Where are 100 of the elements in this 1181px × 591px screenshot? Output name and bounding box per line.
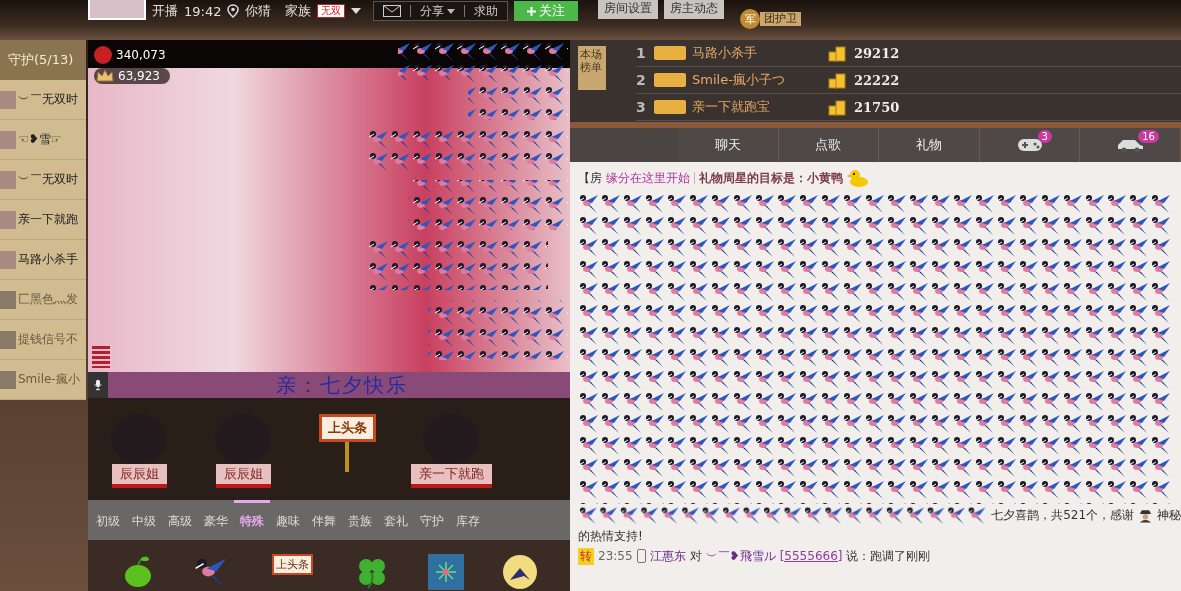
level-badge [654,46,686,60]
family-label: 家族 [285,2,312,20]
avatar-photo [0,170,16,189]
level-badge [654,73,686,87]
score-text: 21750 [854,99,900,115]
start-time: 19:42 [184,3,222,19]
room-button[interactable]: 房主动态 [664,0,725,19]
hat-figure-icon [1138,507,1153,523]
microphone-button[interactable] [88,372,108,398]
gift-tab[interactable]: 守护 [414,500,450,540]
coins-icon [828,98,848,116]
avatar-photo [0,210,16,229]
room-button[interactable]: 房间设置 [598,0,659,19]
user-name[interactable]: 马路小杀手 [692,44,822,62]
family-badge: 无双 [317,4,346,18]
sidebar-title: 守护(5/13) [0,40,86,80]
guard-item[interactable]: 亲一下就跑 [0,200,86,240]
guard-item[interactable]: ︶￣无双时 [0,160,86,200]
crown-icon [96,69,114,83]
gift-tab[interactable]: 豪华 [198,500,234,540]
action-button[interactable]: 求助 [465,2,508,20]
badge-label: 团护卫 [760,12,802,26]
badge-icon: 军 [740,9,761,29]
chat-tab[interactable]: 3 [979,128,1081,162]
rank-number: 3 [636,99,647,115]
action-button[interactable]: 分享 [411,2,465,20]
guard-item[interactable]: 提钱信号不 [0,320,86,360]
chat-tab[interactable]: 礼物 [879,128,980,162]
seat-name-ribbon[interactable]: 辰辰姐 [111,464,167,488]
menu-lines-icon[interactable] [92,346,110,368]
avatar-photo [0,250,16,269]
headline-gift[interactable]: 上头条 [271,554,313,575]
start-label: 开播 [152,2,178,20]
moon-icon[interactable] [502,554,538,590]
rank-number: 2 [636,72,647,88]
avatar-photo [88,0,146,20]
microphone-icon [94,377,102,393]
gift-tab[interactable]: 库存 [450,500,486,540]
gift-message: 七夕喜鹊，共521个，感谢 [991,506,1135,524]
gift-tab[interactable]: 中级 [126,500,162,540]
user-name[interactable]: 江惠东 [649,547,686,565]
gift-tab[interactable]: 伴舞 [306,500,342,540]
score-text: 22222 [854,72,900,88]
coins-icon [828,44,848,62]
gift-tab[interactable]: 贵族 [342,500,378,540]
user-name[interactable]: ︶￣❥飛雪ル [705,547,776,565]
location-text: 你猜 [245,2,272,20]
message-text: 说：跑调了刚刚 [846,547,931,565]
coins-icon [828,71,848,89]
gift-message: 的热情支持! [578,527,644,545]
level-badge [654,100,686,114]
caret-icon[interactable] [351,8,362,14]
rank-number: 1 [636,45,647,61]
avatar-photo [0,290,16,309]
seat-name-ribbon[interactable]: 辰辰姐 [215,464,271,488]
user-name[interactable]: 神秘 [1157,506,1181,524]
message-time: 23:55 [598,549,633,563]
gift-tab[interactable]: 套礼 [378,500,414,540]
chat-tab[interactable]: 点歌 [778,128,880,162]
notice-text: 【房 [578,169,602,187]
guard-item[interactable]: 马路小杀手 [0,240,86,280]
ticker-text: 亲：七夕快乐 [276,371,408,399]
gift-tab[interactable]: 高级 [162,500,198,540]
notice-link[interactable]: 缘分在这里开始 [606,169,690,187]
popularity-count: 63,923 [118,69,160,83]
guard-item[interactable]: ︶￣无双时 [0,80,86,120]
seat-name-ribbon[interactable]: 亲一下就跑 [410,464,492,488]
count-badge: 16 [1138,130,1159,143]
guard-item[interactable]: ☜❥雪☞ [0,120,86,160]
user-id-link[interactable]: [5555666] [779,549,843,563]
gift-tab[interactable]: 趣味 [270,500,306,540]
guard-item[interactable]: Smile-瘋小 [0,360,86,400]
plus-icon [527,6,537,16]
headline-sign[interactable]: 上头条 [318,414,376,442]
avatar-photo [0,330,16,349]
caret-icon [447,8,456,14]
mail-icon [383,5,402,17]
message-text: 对 [689,547,702,565]
count-badge: 3 [1037,130,1052,143]
gamepad-icon [1016,137,1043,153]
sign-pole [345,442,349,472]
guard-item[interactable]: 匚黑色灬发 [0,280,86,320]
weekly-star-goal: 礼物周星的目标是：小黄鸭 [699,169,843,187]
phone-icon [636,549,646,563]
guard-badge[interactable]: 军 团护卫 [740,9,802,29]
wealth-icon [94,46,112,64]
car-icon [1116,137,1145,153]
chat-tab[interactable]: 聊天 [678,128,779,162]
repost-tag: 转 [578,547,594,565]
duck-icon [847,168,869,188]
avatar-photo [0,90,16,109]
user-name[interactable]: Smile-瘋小子つ [692,71,822,89]
avatar-photo [0,130,16,149]
wealth-count: 340,073 [116,48,166,62]
gift-tab[interactable]: 初级 [90,500,126,540]
ranking-label[interactable]: 本场榜单 [578,46,606,90]
location-pin-icon [227,4,240,18]
user-name[interactable]: 亲一下就跑宝 [692,98,822,116]
avatar-photo [0,370,16,389]
chat-tab[interactable]: 16 [1080,128,1181,162]
